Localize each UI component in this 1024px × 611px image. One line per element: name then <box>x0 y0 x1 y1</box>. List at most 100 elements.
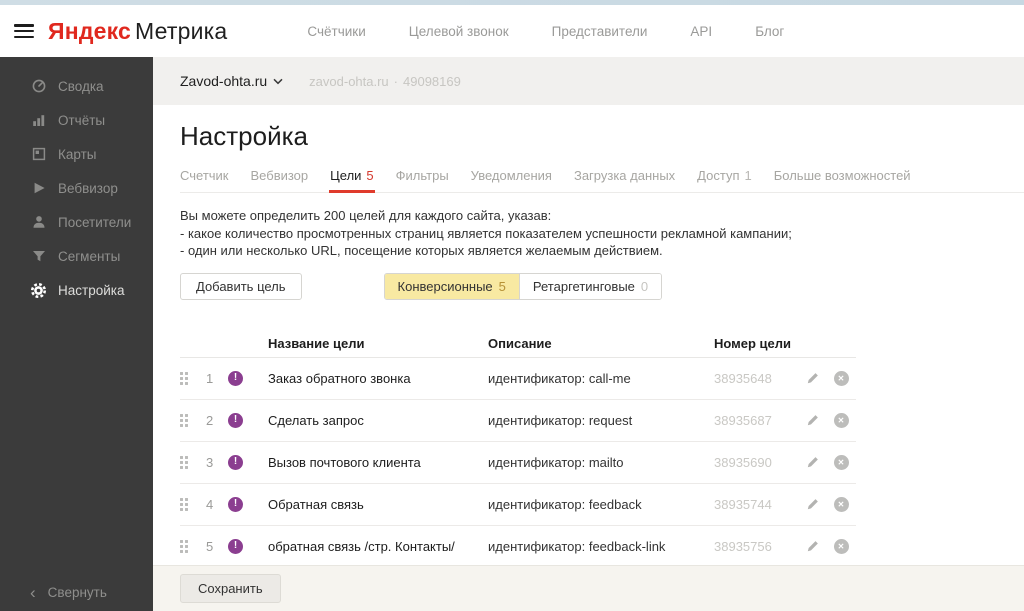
pencil-icon <box>807 540 818 551</box>
separator: · <box>393 73 399 89</box>
tab-more-features[interactable]: Больше возможностей <box>774 168 911 183</box>
table-header-row: Название цели Описание Номер цели <box>180 331 856 358</box>
pencil-icon <box>807 456 818 467</box>
app-logo[interactable]: Яндекс Метрика <box>48 18 227 45</box>
play-icon <box>30 180 47 197</box>
edit-goal-button[interactable] <box>798 455 826 470</box>
sidebar-item-label: Карты <box>58 146 97 162</box>
tab-filters[interactable]: Фильтры <box>396 168 449 183</box>
sidebar-item-maps[interactable]: Карты <box>0 137 153 171</box>
table-row: 5 ! обратная связь /стр. Контакты/ идент… <box>180 526 856 566</box>
filter-retargeting-count: 0 <box>640 278 649 294</box>
close-icon: ✕ <box>833 496 849 512</box>
close-icon: ✕ <box>833 412 849 428</box>
logo-brand: Яндекс <box>48 17 132 44</box>
delete-goal-button[interactable]: ✕ <box>826 412 856 428</box>
logo-product: Метрика <box>135 17 228 44</box>
goal-name: Сделать запрос <box>268 412 364 428</box>
drag-handle-icon[interactable] <box>180 455 188 469</box>
main-area: Zavod-ohta.ru zavod-ohta.ru · 49098169 Нас… <box>153 57 1024 611</box>
row-index: 3 <box>206 454 214 470</box>
sidebar-item-webvisor[interactable]: Вебвизор <box>0 171 153 205</box>
gauge-icon <box>30 78 47 95</box>
counter-info: zavod-ohta.ru · 49098169 <box>309 74 461 89</box>
pencil-icon <box>807 414 818 425</box>
filter-conversion-button[interactable]: Конверсионные 5 <box>384 273 520 299</box>
goal-number: 38935687 <box>714 412 772 428</box>
delete-goal-button[interactable]: ✕ <box>826 496 856 512</box>
drag-handle-icon[interactable] <box>180 539 188 553</box>
delete-goal-button[interactable]: ✕ <box>826 538 856 554</box>
row-index: 1 <box>206 370 214 386</box>
chevron-down-icon <box>273 78 283 84</box>
add-goal-button[interactable]: Добавить цель <box>180 272 302 300</box>
tab-notifications[interactable]: Уведомления <box>471 168 552 183</box>
goal-number: 38935744 <box>714 496 772 512</box>
nav-item-api[interactable]: API <box>690 24 712 39</box>
goal-name: Обратная связь <box>268 496 364 512</box>
top-navigation: Счётчики Целевой звонок Представители AP… <box>307 24 784 39</box>
site-name: Zavod-ohta.ru <box>180 73 268 89</box>
header-description: Описание <box>488 336 552 351</box>
goal-type-filter: Конверсионные 5 Ретаргетинговые 0 <box>383 272 663 300</box>
sidebar-item-label: Отчёты <box>58 112 106 128</box>
filter-retargeting-button[interactable]: Ретаргетинговые 0 <box>519 273 662 299</box>
description-bullet: - какое количество просмотренных страниц… <box>180 225 792 241</box>
sidebar-item-settings[interactable]: Настройка <box>0 273 153 307</box>
save-button[interactable]: Сохранить <box>180 574 281 603</box>
row-index: 2 <box>206 412 214 428</box>
nav-item-target-call[interactable]: Целевой звонок <box>409 24 509 39</box>
edit-goal-button[interactable] <box>798 497 826 512</box>
sidebar-item-reports[interactable]: Отчёты <box>0 103 153 137</box>
goal-warning-badge-icon: ! <box>228 370 243 386</box>
tab-data-upload[interactable]: Загрузка данных <box>574 168 675 183</box>
goals-description: Вы можете определить 200 целей для каждо… <box>180 207 1024 260</box>
sidebar-item-label: Посетители <box>58 214 132 230</box>
nav-item-counters[interactable]: Счётчики <box>307 24 365 39</box>
drag-handle-icon[interactable] <box>180 497 188 511</box>
drag-handle-icon[interactable] <box>180 371 188 385</box>
goal-description: идентификатор: feedback <box>488 496 642 512</box>
hamburger-menu-icon[interactable] <box>14 24 34 38</box>
goal-description: идентификатор: feedback-link <box>488 538 666 554</box>
drag-handle-icon[interactable] <box>180 413 188 427</box>
person-icon <box>30 214 47 231</box>
goal-name: Заказ обратного звонка <box>268 370 411 386</box>
nav-item-representatives[interactable]: Представители <box>552 24 648 39</box>
settings-tabs: Счетчик Вебвизор Цели 5 Фильтры Уведомлен… <box>180 168 1024 193</box>
goal-warning-badge-icon: ! <box>228 538 243 554</box>
edit-goal-button[interactable] <box>798 539 826 554</box>
tab-access[interactable]: Доступ 1 <box>697 168 752 183</box>
edit-goal-button[interactable] <box>798 371 826 386</box>
site-selector[interactable]: Zavod-ohta.ru <box>180 73 283 89</box>
tab-access-count: 1 <box>744 168 752 183</box>
goal-description: идентификатор: call-me <box>488 370 631 386</box>
description-intro: Вы можете определить 200 целей для каждо… <box>180 208 552 223</box>
goal-warning-badge-icon: ! <box>228 412 243 428</box>
edit-goal-button[interactable] <box>798 413 826 428</box>
pencil-icon <box>807 498 818 509</box>
tab-goals-count: 5 <box>366 168 374 183</box>
goal-number: 38935648 <box>714 370 772 386</box>
goals-table: Название цели Описание Номер цели 1 ! За… <box>180 331 856 566</box>
sidebar-item-segments[interactable]: Сегменты <box>0 239 153 273</box>
filter-conversion-count: 5 <box>498 278 506 294</box>
goal-warning-badge-icon: ! <box>228 454 243 470</box>
sidebar-item-visitors[interactable]: Посетители <box>0 205 153 239</box>
close-icon: ✕ <box>833 454 849 470</box>
goal-description: идентификатор: request <box>488 412 633 428</box>
tab-counter[interactable]: Счетчик <box>180 168 229 183</box>
delete-goal-button[interactable]: ✕ <box>826 370 856 386</box>
sidebar-collapse-button[interactable]: ‹ Свернуть <box>30 584 107 601</box>
tab-goals[interactable]: Цели 5 <box>329 168 375 193</box>
layout-icon <box>30 146 47 163</box>
breadcrumb: Zavod-ohta.ru zavod-ohta.ru · 49098169 <box>153 57 1024 105</box>
sidebar-item-summary[interactable]: Сводка <box>0 69 153 103</box>
sidebar: Сводка Отчёты Карты Вебвизор Посетители <box>0 57 153 611</box>
goal-number: 38935690 <box>714 454 772 470</box>
tab-webvisor[interactable]: Вебвизор <box>251 168 309 183</box>
goal-number: 38935756 <box>714 538 772 554</box>
counter-id: 49098169 <box>403 73 461 89</box>
delete-goal-button[interactable]: ✕ <box>826 454 856 470</box>
nav-item-blog[interactable]: Блог <box>755 24 784 39</box>
